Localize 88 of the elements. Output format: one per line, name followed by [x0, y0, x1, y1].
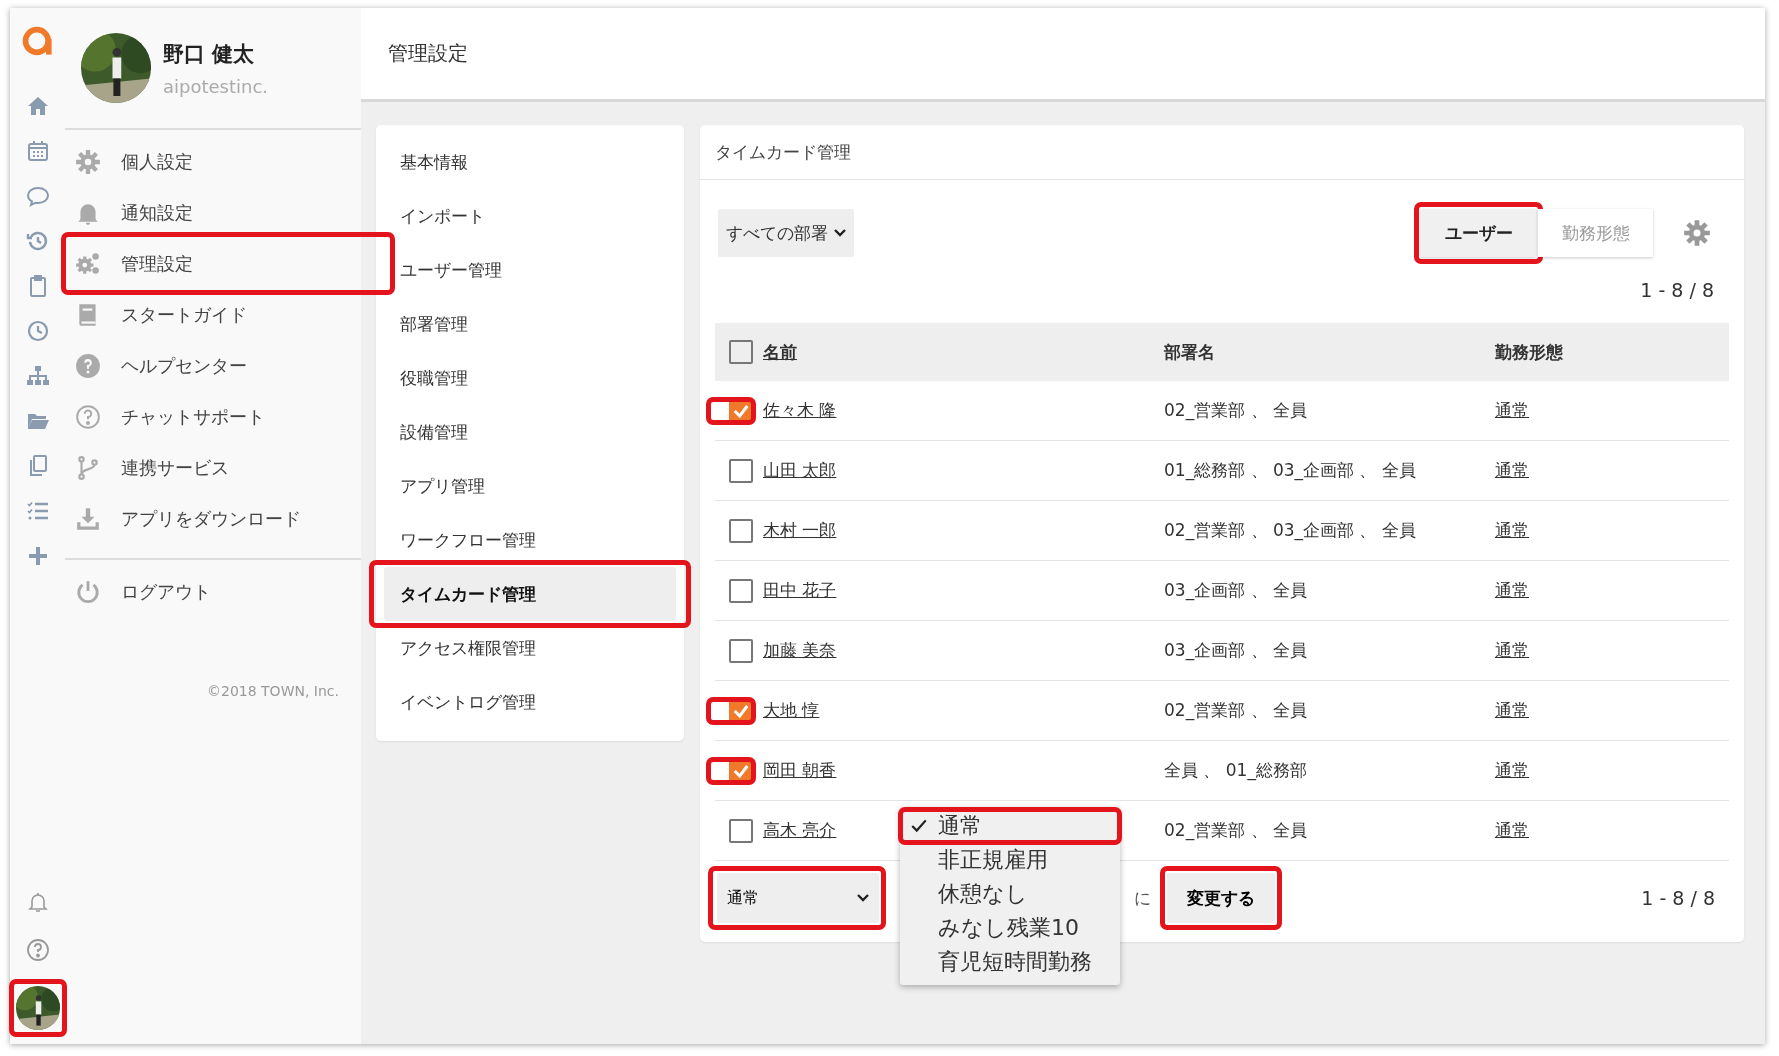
organization-name: aipotestinc. [163, 75, 269, 97]
work-type-select[interactable]: 通常 [717, 873, 879, 923]
admin-menu-item[interactable]: 役職管理 [384, 351, 676, 405]
panel-title: タイムカード管理 [715, 140, 851, 164]
row-checkbox[interactable] [729, 458, 753, 483]
page-count: 1 - 8 / 8 [1640, 279, 1714, 301]
select-all-checkbox[interactable] [729, 340, 753, 364]
row-checkbox[interactable] [729, 818, 753, 843]
clock-icon[interactable] [25, 319, 50, 343]
sidebar-item[interactable]: スタートガイド [65, 289, 361, 340]
work-type-link[interactable]: 通常 [1495, 700, 1529, 720]
user-name-link[interactable]: 佐々木 隆 [763, 400, 837, 420]
sidebar-item[interactable]: チャットサポート [65, 391, 361, 442]
view-toggle-button[interactable]: ユーザー [1421, 209, 1536, 257]
gear-icon [75, 148, 101, 175]
user-name-link[interactable]: 田中 花子 [763, 580, 837, 600]
admin-menu-item[interactable]: ユーザー管理 [384, 243, 676, 297]
bell-icon[interactable] [25, 890, 50, 914]
user-name-link[interactable]: 高木 亮介 [763, 820, 837, 840]
chevron-icon [857, 894, 869, 902]
sidebar-item[interactable]: 通知設定 [65, 187, 361, 238]
department-cell: 01_総務部 、 03_企画部 、 全員 [1164, 460, 1416, 480]
user-name-link[interactable]: 岡田 朝香 [763, 760, 837, 780]
department-cell: 02_営業部 、 全員 [1164, 400, 1307, 420]
power-icon [75, 578, 101, 605]
row-checkbox[interactable] [729, 638, 753, 663]
help-icon[interactable] [25, 938, 50, 962]
sidebar-item[interactable]: 連携サービス [65, 442, 361, 493]
work-type-link[interactable]: 通常 [1495, 460, 1529, 480]
admin-menu-item[interactable]: 基本情報 [384, 135, 676, 189]
department-cell: 02_営業部 、 03_企画部 、 全員 [1164, 520, 1416, 540]
row-checkbox[interactable] [729, 578, 753, 603]
sidebar-item[interactable]: 個人設定 [65, 136, 361, 187]
settings-icon[interactable] [1683, 219, 1711, 247]
calendar-icon[interactable] [25, 139, 50, 163]
admin-menu-item[interactable]: ワークフロー管理 [384, 513, 676, 567]
admin-menu-item[interactable]: アプリ管理 [384, 459, 676, 513]
row-checkbox[interactable] [729, 518, 753, 543]
admin-menu-item[interactable]: イベントログ管理 [384, 675, 676, 729]
history-icon[interactable] [25, 229, 50, 253]
dropdown-option[interactable]: 通常 [900, 809, 1120, 843]
column-header: 部署名 [1164, 341, 1215, 362]
work-type-link[interactable]: 通常 [1495, 400, 1529, 420]
work-type-link[interactable]: 通常 [1495, 640, 1529, 660]
chevron-icon [834, 229, 846, 237]
to-label: に [1134, 886, 1151, 910]
dropdown-option[interactable]: みなし残業10 [900, 911, 1120, 945]
user-name-link[interactable]: 山田 太郎 [763, 460, 837, 480]
admin-menu-item[interactable]: インポート [384, 189, 676, 243]
dropdown-option[interactable]: 非正規雇用 [900, 843, 1120, 877]
logo-icon [20, 24, 55, 58]
sidebar-item[interactable]: 管理設定 [65, 238, 361, 289]
work-type-link[interactable]: 通常 [1495, 580, 1529, 600]
dropdown-option[interactable]: 育児短時間勤務 [900, 945, 1120, 979]
sidebar-item[interactable]: ヘルプセンター [65, 340, 361, 391]
help-icon [75, 403, 101, 430]
column-header: 勤務形態 [1495, 341, 1563, 362]
download-icon [75, 505, 101, 532]
work-type-link[interactable]: 通常 [1495, 820, 1529, 840]
admin-menu-item[interactable]: 設備管理 [384, 405, 676, 459]
admin-menu-item[interactable]: アクセス権限管理 [384, 621, 676, 675]
apply-button[interactable]: 変更する [1167, 873, 1275, 923]
admin-menu-item[interactable]: タイムカード管理 [384, 567, 676, 621]
chat-icon[interactable] [25, 184, 50, 208]
page-title: 管理設定 [388, 40, 468, 67]
department-cell: 03_企画部 、 全員 [1164, 580, 1307, 600]
user-name: 野口 健太 [163, 40, 256, 68]
org-icon[interactable] [25, 364, 50, 388]
department-dropdown[interactable]: すべての部署 [718, 209, 854, 257]
work-type-link[interactable]: 通常 [1495, 760, 1529, 780]
user-name-link[interactable]: 木村 一郎 [763, 520, 837, 540]
department-cell: 02_営業部 、 全員 [1164, 700, 1307, 720]
user-name-link[interactable]: 加藤 美奈 [763, 640, 837, 660]
branch-icon [75, 454, 101, 481]
page-count: 1 - 8 / 8 [1641, 887, 1715, 909]
user-name-link[interactable]: 大地 惇 [763, 700, 820, 720]
department-cell: 全員 、 01_総務部 [1164, 760, 1307, 780]
gears-icon [75, 250, 101, 277]
department-cell: 02_営業部 、 全員 [1164, 820, 1307, 840]
help-filled-icon [75, 352, 101, 379]
sort-link[interactable]: 名前 [763, 341, 797, 362]
work-type-link[interactable]: 通常 [1495, 520, 1529, 540]
dropdown-option[interactable]: 休憩なし [900, 877, 1120, 911]
copyright-text: ©2018 TOWN, Inc. [206, 683, 340, 699]
admin-menu-item[interactable]: 部署管理 [384, 297, 676, 351]
sidebar-item[interactable]: アプリをダウンロード [65, 493, 361, 544]
logout-item[interactable]: ログアウト [65, 566, 361, 617]
department-cell: 03_企画部 、 全員 [1164, 640, 1307, 660]
